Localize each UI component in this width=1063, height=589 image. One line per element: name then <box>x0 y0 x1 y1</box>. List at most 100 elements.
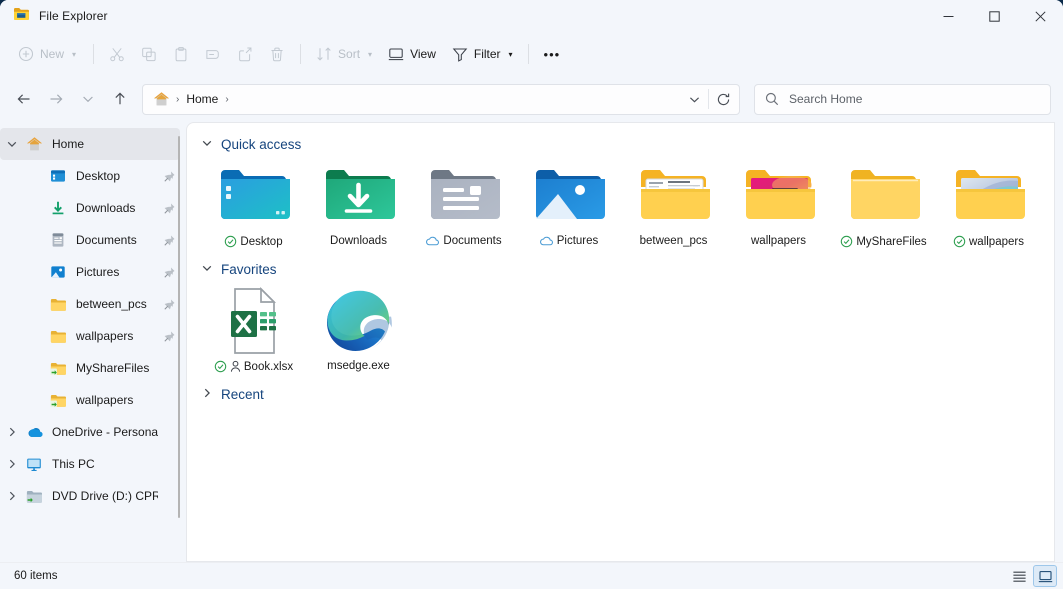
sidebar-item-this-pc[interactable]: This PC <box>0 448 180 480</box>
navigation-list: Home Desktop Downloads Documents <box>0 128 186 512</box>
item-grid-favorites: Book.xlsx msedge.exe <box>187 282 1054 373</box>
delete-button[interactable] <box>261 38 293 70</box>
search-input[interactable] <box>789 92 1040 106</box>
navigation-pane[interactable]: Home Desktop Downloads Documents <box>0 122 186 562</box>
file-item-label: Desktop <box>240 236 282 248</box>
file-item[interactable]: wallpapers <box>936 157 1041 248</box>
chevron-right-icon <box>201 387 213 402</box>
minimize-button[interactable] <box>925 0 971 32</box>
file-item-label-wrap: Documents <box>425 235 501 247</box>
sort-button[interactable]: Sort ▾ <box>308 38 380 70</box>
file-item-label: Book.xlsx <box>244 361 293 373</box>
sidebar-item-wallpapers[interactable]: wallpapers <box>0 320 180 352</box>
person-shared-icon <box>230 360 241 373</box>
file-item[interactable]: between_pcs <box>621 157 726 248</box>
plus-circle-icon <box>18 46 34 62</box>
recent-locations-button[interactable] <box>72 83 104 115</box>
title-bar: File Explorer <box>0 0 1063 32</box>
sidebar-item-wallpapers[interactable]: wallpapers <box>0 384 180 416</box>
file-item-label: wallpapers <box>969 236 1024 248</box>
new-button[interactable]: New ▾ <box>10 38 86 70</box>
file-item[interactable]: Desktop <box>201 157 306 248</box>
breadcrumb-separator-2[interactable]: › <box>220 94 233 105</box>
sidebar-scrollbar-thumb[interactable] <box>178 136 180 518</box>
rename-button[interactable] <box>197 38 229 70</box>
sidebar-item-label: OneDrive - Personal <box>52 425 158 439</box>
home-icon[interactable] <box>151 89 171 109</box>
chevron-down-icon[interactable] <box>0 138 24 150</box>
group-header-favorites[interactable]: Favorites <box>195 256 283 282</box>
content-pane[interactable]: Quick access Desktop Downloads <box>186 122 1055 562</box>
group-header-quick-access[interactable]: Quick access <box>195 131 307 157</box>
search-box[interactable] <box>754 84 1051 115</box>
sort-icon <box>316 46 332 62</box>
sidebar-item-onedrive-personal[interactable]: OneDrive - Personal <box>0 416 180 448</box>
group-title: Favorites <box>221 262 277 277</box>
ellipsis-icon: ••• <box>544 47 561 62</box>
sidebar-item-label: Downloads <box>76 201 158 215</box>
file-item[interactable]: msedge.exe <box>306 282 411 373</box>
file-item-label: Downloads <box>330 235 387 247</box>
groups-host: Quick access Desktop Downloads <box>187 131 1054 407</box>
command-bar: New ▾ <box>0 32 1063 76</box>
explorer-body: Home Desktop Downloads Documents <box>0 122 1063 562</box>
share-button[interactable] <box>229 38 261 70</box>
sidebar-item-mysharefiles[interactable]: MyShareFiles <box>0 352 180 384</box>
onedrive-icon <box>24 426 44 439</box>
file-item-label-wrap: Pictures <box>539 235 599 247</box>
sidebar-item-home[interactable]: Home <box>0 128 180 160</box>
back-button[interactable] <box>8 83 40 115</box>
breadcrumb-separator: › <box>171 94 184 105</box>
address-dropdown-button[interactable] <box>680 86 708 113</box>
file-item-label-wrap: msedge.exe <box>327 360 390 372</box>
sidebar-item-dvd-drive-d-cpra-x6[interactable]: DVD Drive (D:) CPRA_X6 <box>0 480 180 512</box>
file-item[interactable]: MyShareFiles <box>831 157 936 248</box>
sidebar-item-pictures[interactable]: Pictures <box>0 256 180 288</box>
file-item[interactable]: Pictures <box>516 157 621 248</box>
sidebar-scrollbar[interactable] <box>174 130 184 558</box>
large-icons-view-button[interactable] <box>1033 565 1057 587</box>
refresh-button[interactable] <box>709 86 737 113</box>
file-item-label: Pictures <box>557 235 599 247</box>
close-button[interactable] <box>1017 0 1063 32</box>
paste-button[interactable] <box>165 38 197 70</box>
navigation-bar: › Home › <box>0 76 1063 122</box>
pictures-icon <box>48 264 68 280</box>
chevron-down-icon: ▾ <box>72 50 76 59</box>
group-header-recent[interactable]: Recent <box>195 381 270 407</box>
forward-button[interactable] <box>40 83 72 115</box>
rename-icon <box>205 46 221 62</box>
filter-button[interactable]: Filter ▾ <box>444 38 521 70</box>
clipboard-icon <box>173 46 189 62</box>
sidebar-item-desktop[interactable]: Desktop <box>0 160 180 192</box>
sidebar-item-documents[interactable]: Documents <box>0 224 180 256</box>
folder-preview-pink-icon <box>741 163 817 229</box>
search-icon <box>765 92 779 106</box>
folder-icon <box>48 329 68 344</box>
file-item[interactable]: wallpapers <box>726 157 831 248</box>
chevron-right-icon[interactable] <box>0 426 24 438</box>
up-button[interactable] <box>104 83 136 115</box>
folder-icon <box>13 6 30 26</box>
file-item[interactable]: Book.xlsx <box>201 282 306 373</box>
sidebar-item-between-pcs[interactable]: between_pcs <box>0 288 180 320</box>
desktop-folder-icon <box>216 163 292 229</box>
title-bar-left: File Explorer <box>0 6 108 26</box>
maximize-button[interactable] <box>971 0 1017 32</box>
documents-icon <box>48 232 68 248</box>
more-options-button[interactable]: ••• <box>536 38 569 70</box>
view-button[interactable]: View <box>380 38 444 70</box>
sidebar-item-downloads[interactable]: Downloads <box>0 192 180 224</box>
details-view-button[interactable] <box>1007 565 1031 587</box>
chevron-right-icon[interactable] <box>0 458 24 470</box>
file-explorer-window: File Explorer New ▾ <box>0 0 1063 589</box>
breadcrumb-home[interactable]: Home <box>184 90 220 108</box>
scissors-icon <box>109 46 125 62</box>
address-bar[interactable]: › Home › <box>142 84 740 115</box>
cut-button[interactable] <box>101 38 133 70</box>
file-item[interactable]: Downloads <box>306 157 411 248</box>
chevron-right-icon[interactable] <box>0 490 24 502</box>
copy-button[interactable] <box>133 38 165 70</box>
file-item[interactable]: Documents <box>411 157 516 248</box>
file-item-label: wallpapers <box>751 235 806 247</box>
